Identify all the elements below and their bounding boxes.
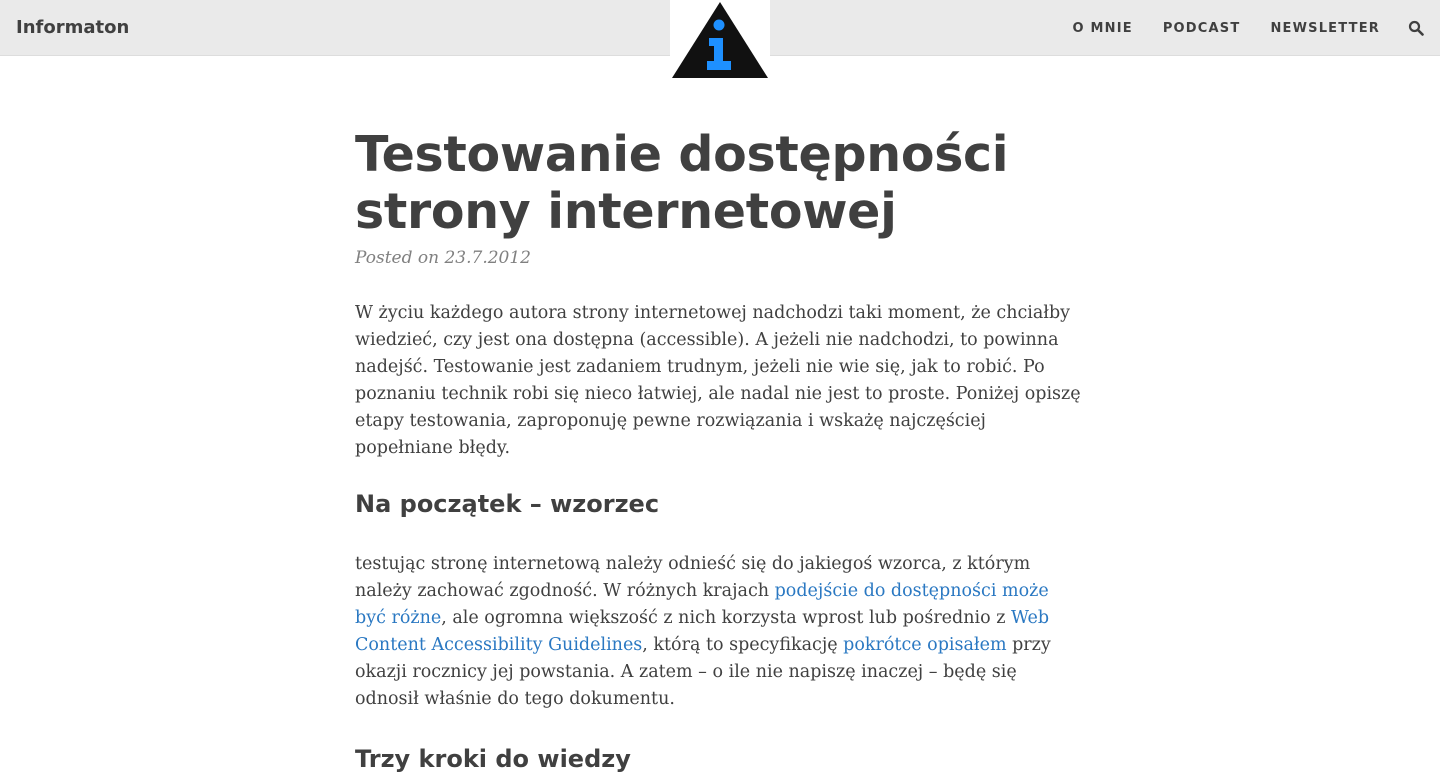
intro-paragraph: W życiu każdego autora strony internetow… <box>355 303 1081 458</box>
main-nav: O MNIE PODCAST NEWSLETTER <box>1043 0 1424 56</box>
post-meta: Posted on 23.7.2012 <box>355 248 531 268</box>
site-logo[interactable] <box>670 0 770 80</box>
nav-item-o-mnie[interactable]: O MNIE <box>1073 21 1133 36</box>
link-pokrotce-opisalem[interactable]: pokrótce opisałem <box>843 635 1006 655</box>
section-heading-wzorzec: Na początek – wzorzec <box>355 490 660 518</box>
section-heading-trzy-kroki: Trzy kroki do wiedzy <box>355 745 631 773</box>
section-paragraph-wzorzec: testując stronę internetową należy odnie… <box>355 551 1085 713</box>
paragraph-text: , ale ogromna większość z nich korzysta … <box>441 608 1011 628</box>
post-title: Testowanie dostępności strony internetow… <box>355 126 1009 240</box>
brand-link[interactable]: Informaton <box>16 0 129 56</box>
article: Testowanie dostępności strony internetow… <box>355 126 1085 774</box>
info-triangle-logo-icon <box>672 2 768 78</box>
nav-item-podcast[interactable]: PODCAST <box>1163 21 1241 36</box>
search-icon[interactable] <box>1408 20 1424 36</box>
paragraph-text: , którą to specyfikację <box>642 635 844 655</box>
nav-item-newsletter[interactable]: NEWSLETTER <box>1270 21 1380 36</box>
